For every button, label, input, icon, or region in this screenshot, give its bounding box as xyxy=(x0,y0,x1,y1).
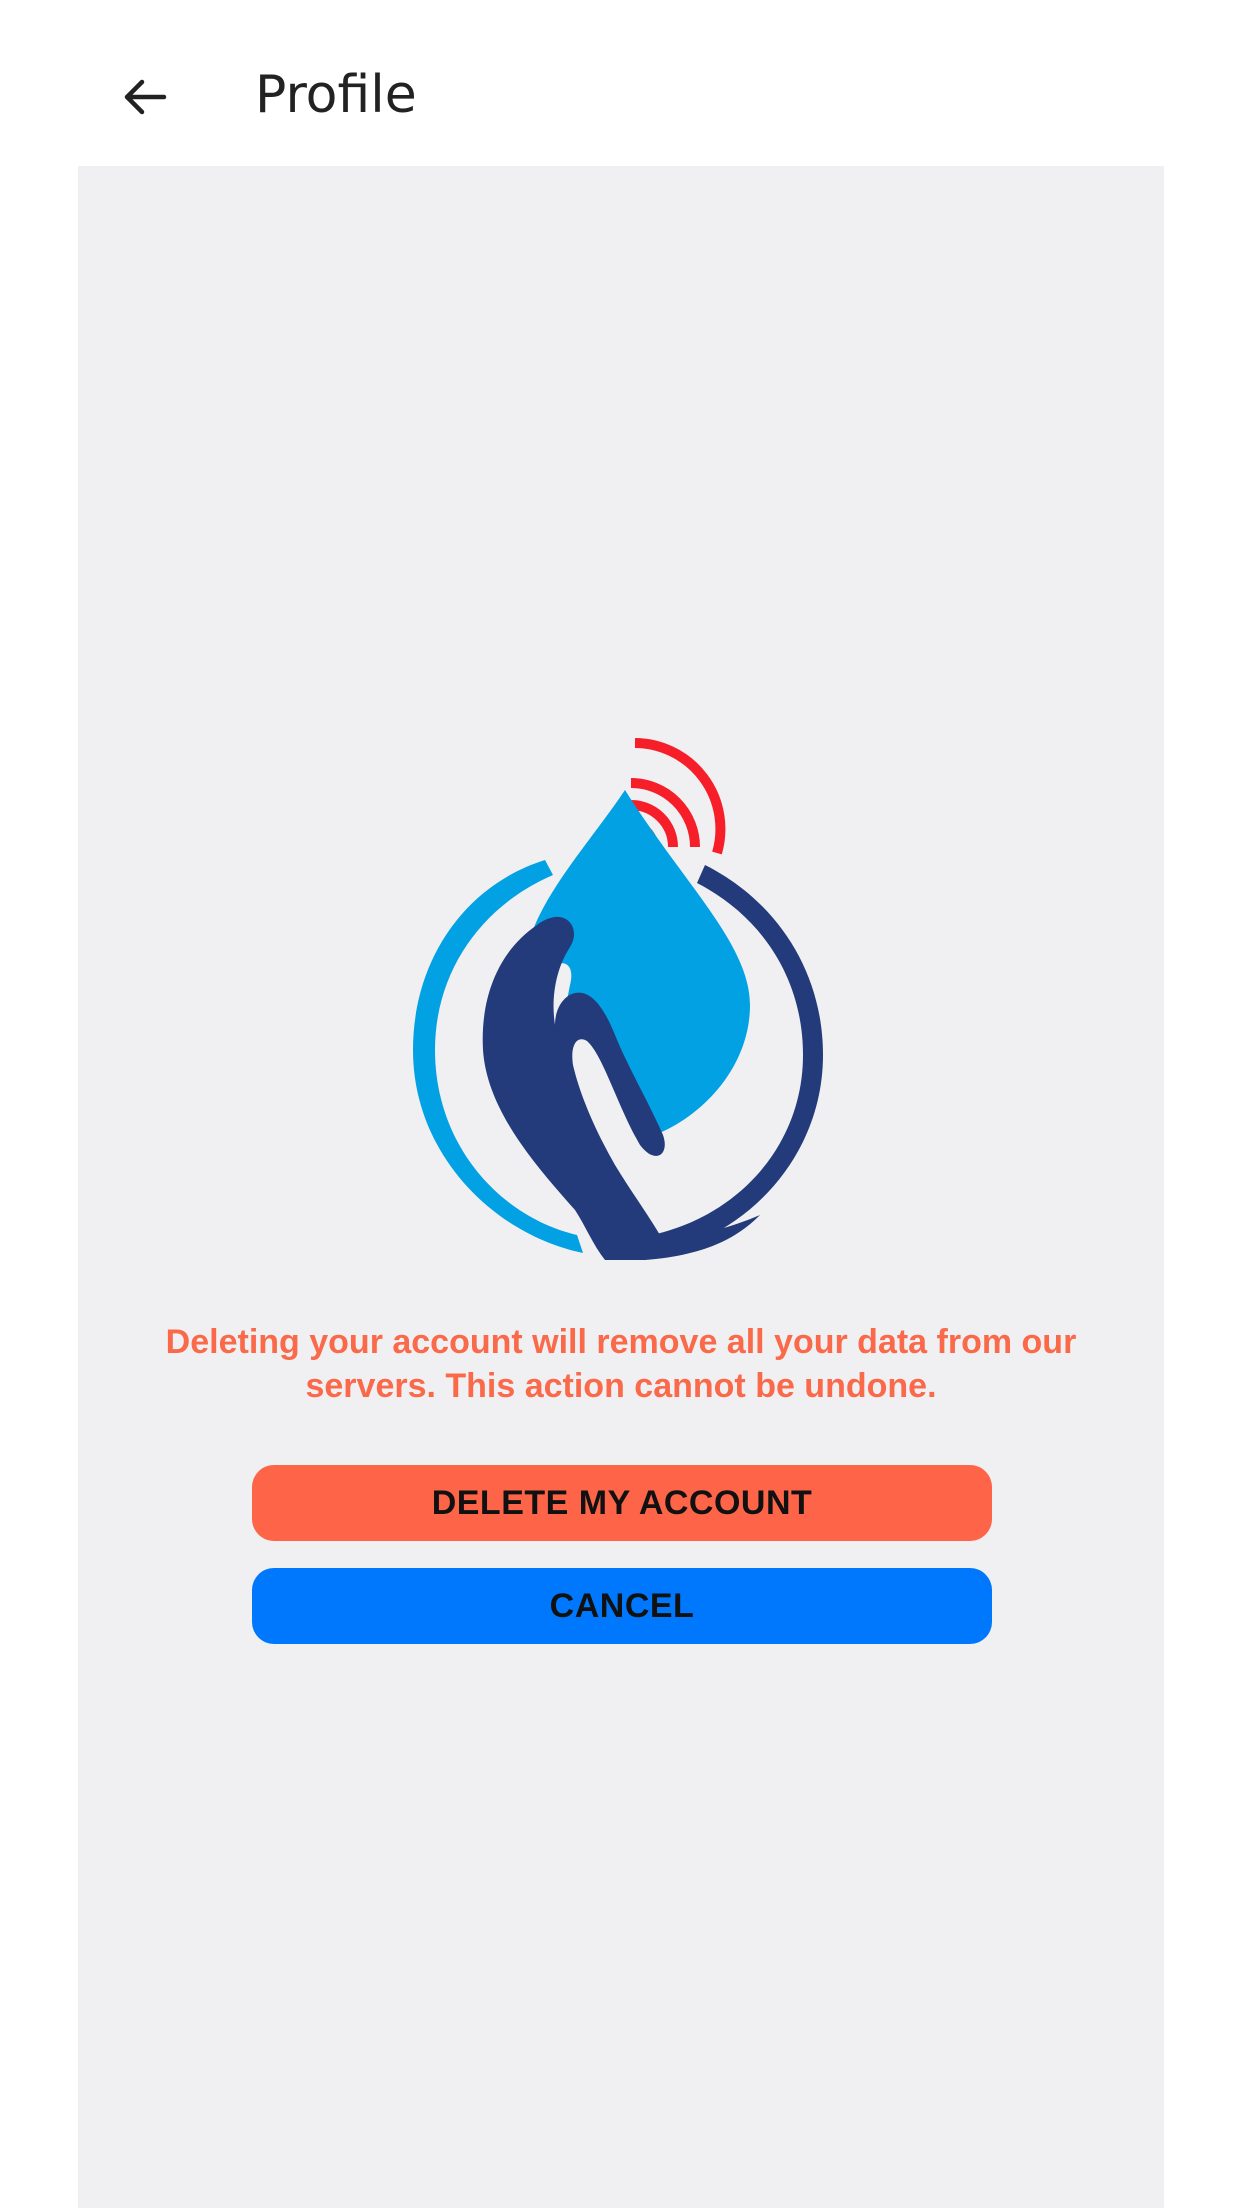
page-title: Profile xyxy=(255,65,417,125)
delete-warning-text: Deleting your account will remove all yo… xyxy=(165,1323,1077,1405)
water-drop-hand-signal-logo xyxy=(413,738,823,1260)
app-bar: Profile xyxy=(0,0,1242,166)
cancel-button[interactable]: CANCEL xyxy=(252,1568,992,1644)
delete-account-button[interactable]: DELETE MY ACCOUNT xyxy=(252,1465,992,1541)
arrow-left-icon xyxy=(124,79,167,115)
back-button[interactable] xyxy=(100,52,190,142)
